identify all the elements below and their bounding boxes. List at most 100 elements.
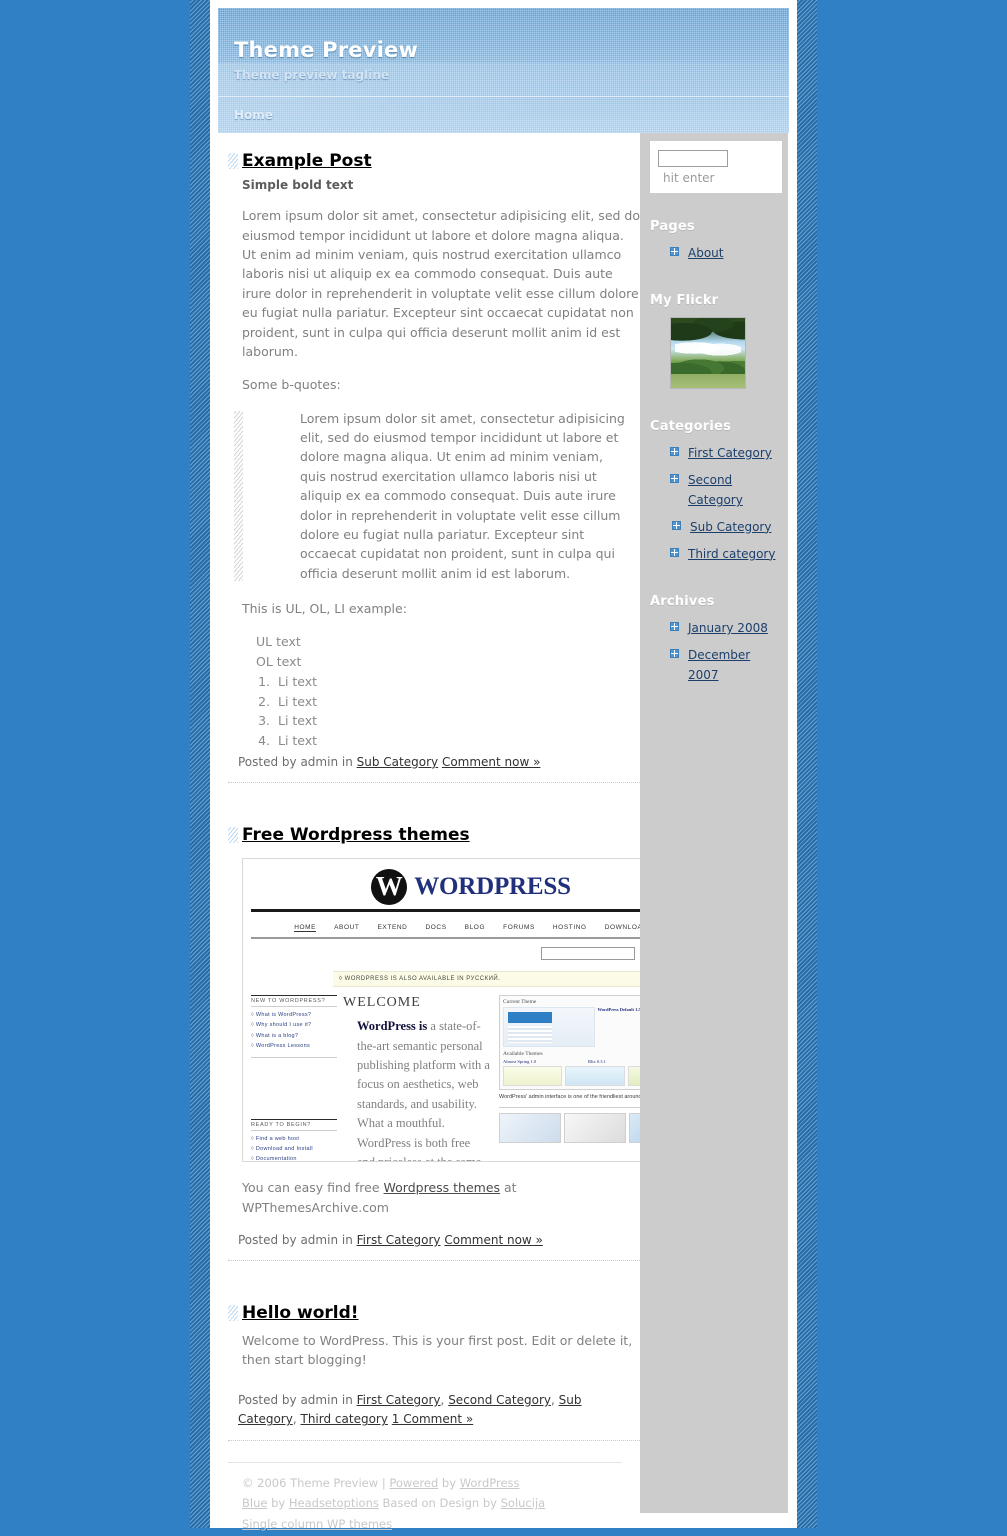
wp-section-head-ready: READY TO BEGIN?	[251, 1119, 337, 1131]
pages-widget: Pages About	[650, 219, 782, 263]
post-meta-category-link[interactable]: Second Category	[448, 1393, 551, 1407]
post-meta: Posted by admin in First Category Commen…	[228, 1231, 640, 1262]
wp-divider	[251, 1057, 337, 1058]
wordpress-wordmark: WORDPRESS	[414, 873, 571, 901]
wp-theme-thumbnail	[503, 1007, 595, 1048]
footer-line-3: Single column WP themes	[242, 1516, 622, 1533]
category-link-sub[interactable]: Sub Category	[690, 517, 771, 537]
wp-navigation: HOME ABOUT EXTEND DOCS BLOG FORUMS HOSTI…	[251, 912, 691, 940]
meta-comma: ,	[440, 1393, 445, 1408]
footer-based-on: Based on Design by	[378, 1496, 501, 1511]
post-meta-category-link[interactable]: First Category	[357, 1393, 441, 1407]
nav-item-home[interactable]: Home	[234, 97, 283, 123]
ordered-list-demo: Li text Li text Li text Li text	[228, 672, 640, 751]
wp-theme-box	[503, 1066, 563, 1087]
grid-bullet-icon	[672, 520, 681, 530]
category-link-third[interactable]: Third category	[688, 544, 775, 564]
wp-thumbnail	[564, 1113, 626, 1144]
wordpress-screenshot-image: W WORDPRESS HOME ABOUT EXTEND DOCS BLOG …	[242, 858, 700, 1163]
archives-heading: Archives	[650, 593, 715, 609]
wp-thumbnail	[499, 1113, 561, 1144]
post-title: Hello world!	[228, 1303, 640, 1326]
search-input[interactable]	[658, 150, 728, 167]
post-meta-comment-link[interactable]: 1 Comment »	[392, 1412, 473, 1426]
wp-link: Why should I use it?	[251, 1020, 337, 1030]
page-link-about[interactable]: About	[688, 243, 723, 263]
subcategories-list: Sub Category	[650, 517, 782, 537]
wp-left-column: NEW TO WORDPRESS? What is WordPress? Why…	[251, 995, 343, 1161]
wp-link: What is WordPress?	[251, 1010, 337, 1020]
post-title-link[interactable]: Free Wordpress themes	[242, 825, 470, 845]
post-meta-category-link[interactable]: Sub Category	[357, 755, 438, 769]
footer-line-2: Blue by Headsetoptions Based on Design b…	[242, 1495, 622, 1512]
list-item: UL text	[256, 634, 301, 650]
wp-nav-extend: EXTEND	[377, 924, 408, 932]
site-tagline: Theme preview tagline	[234, 68, 390, 82]
nav-link-home[interactable]: Home	[234, 97, 283, 122]
post-title-link[interactable]: Example Post	[242, 151, 372, 171]
primary-navigation: Home	[218, 96, 789, 133]
wordpress-themes-link[interactable]: Wordpress themes	[384, 1180, 501, 1195]
post-spacer	[228, 1267, 640, 1303]
footer-link-wordpress[interactable]: WordPress	[460, 1476, 520, 1490]
wp-nav-home: HOME	[294, 924, 317, 933]
wp-link: WordPress Lessons	[251, 1041, 337, 1051]
list-item: OL text	[256, 654, 302, 670]
post-title-link[interactable]: Hello world!	[242, 1303, 359, 1323]
category-link-second[interactable]: Second Category	[688, 470, 782, 510]
wp-language-notice: ◊ WORDPRESS IS ALSO AVAILABLE IN РУССКИЙ…	[333, 971, 691, 988]
flickr-widget: My Flickr	[650, 293, 782, 390]
unordered-list-demo: UL text OL text	[228, 632, 640, 672]
grid-bullet-icon	[670, 474, 679, 484]
main-content: Example Post Simple bold text Lorem ipsu…	[210, 133, 700, 1447]
right-decorative-stripe	[797, 0, 817, 1528]
footer-by-2: by	[267, 1496, 289, 1511]
category-link-first[interactable]: First Category	[688, 443, 772, 463]
meta-comma: ,	[292, 1412, 297, 1427]
wp-middle-column: WELCOME WordPress is a state-of-the-art …	[343, 995, 499, 1161]
list-item: Second Category Sub Category	[650, 470, 782, 536]
blockquote-text: Lorem ipsum dolor sit amet, consectetur …	[300, 410, 625, 581]
wp-theme-box	[565, 1066, 625, 1087]
post-meta-category-link[interactable]: Third category	[300, 1412, 387, 1426]
footer-link-blue[interactable]: Blue	[242, 1496, 267, 1510]
post-body-paragraph: Welcome to WordPress. This is your first…	[242, 1332, 633, 1367]
list-item: Li text	[274, 672, 640, 692]
site-header: Theme Preview Theme preview tagline Home	[218, 8, 789, 133]
wp-para-bold: WordPress is	[357, 1019, 428, 1034]
wp-section-head-new: NEW TO WORDPRESS?	[251, 995, 337, 1008]
post-meta-category-link[interactable]: First Category	[357, 1233, 441, 1247]
flickr-photo-thumbnail[interactable]	[670, 317, 746, 390]
post-meta-prefix: Posted by admin in	[238, 754, 353, 769]
post-body-paragraph: You can easy find free Wordpress themes …	[228, 1178, 640, 1217]
wp-available-theme: Almost Spring 1.0	[503, 1059, 537, 1065]
site-title: Theme Preview	[234, 38, 419, 62]
footer-link-solucija[interactable]: Solucija	[501, 1496, 546, 1510]
flickr-photo-lawn	[671, 374, 745, 389]
post-meta-comment-link[interactable]: Comment now »	[442, 755, 541, 769]
blockquote-intro: Some b-quotes:	[242, 377, 341, 393]
categories-heading: Categories	[650, 419, 732, 435]
list-item: Sub Category	[672, 517, 782, 537]
archives-list: January 2008 December 2007	[650, 618, 782, 685]
wp-nav-hosting: HOSTING	[552, 924, 587, 932]
wp-nav-forums: FORUMS	[503, 924, 535, 932]
wp-logo-row: W WORDPRESS	[251, 859, 691, 913]
footer-link-headsetoptions[interactable]: Headsetoptions	[289, 1496, 379, 1510]
grid-bullet-icon	[670, 247, 679, 256]
meta-comma: ,	[550, 1393, 555, 1408]
search-widget: hit enter	[650, 141, 782, 193]
search-hint-label: hit enter	[663, 170, 715, 185]
footer-link-powered[interactable]: Powered	[389, 1476, 438, 1490]
archive-link-january-2008[interactable]: January 2008	[688, 618, 768, 638]
post-meta-prefix: Posted by admin in	[238, 1393, 353, 1408]
list-item: First Category	[650, 443, 782, 463]
archive-link-december-2007[interactable]: December 2007	[688, 645, 782, 685]
footer-link-single-column[interactable]: Single column WP themes	[242, 1517, 392, 1531]
post-meta-comment-link[interactable]: Comment now »	[444, 1233, 543, 1247]
wp-link: Find a web host	[251, 1134, 337, 1144]
list-intro: This is UL, OL, LI example:	[242, 601, 407, 616]
left-decorative-stripe	[190, 0, 210, 1528]
wp-link-list-new: What is WordPress? Why should I use it? …	[251, 1010, 337, 1051]
list-item: December 2007	[650, 645, 782, 685]
